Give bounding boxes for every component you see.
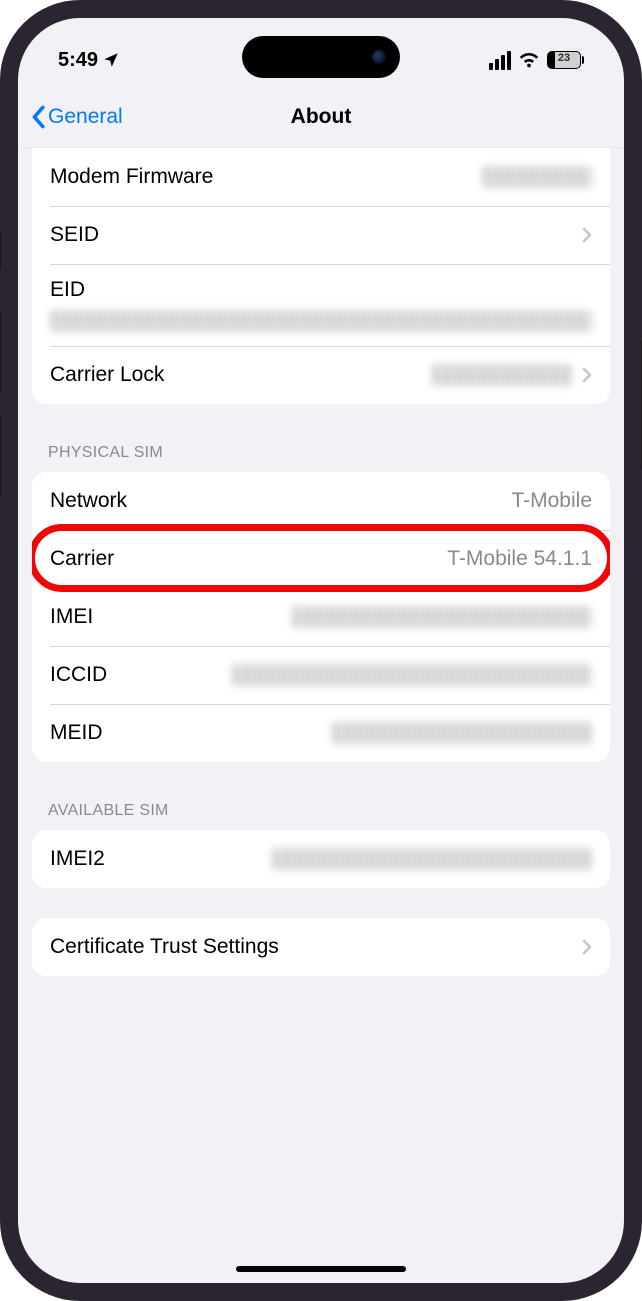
chevron-left-icon bbox=[30, 105, 46, 129]
chevron-right-icon bbox=[582, 227, 592, 243]
row-network[interactable]: Network T-Mobile bbox=[32, 472, 610, 530]
home-indicator[interactable] bbox=[236, 1266, 406, 1272]
row-iccid[interactable]: ICCID bbox=[32, 646, 610, 704]
row-carrier-lock[interactable]: Carrier Lock bbox=[32, 346, 610, 404]
row-label: Certificate Trust Settings bbox=[50, 935, 279, 959]
row-label: Carrier bbox=[50, 547, 114, 571]
row-imei[interactable]: IMEI bbox=[32, 588, 610, 646]
redacted-value bbox=[292, 606, 592, 628]
row-label: ICCID bbox=[50, 663, 107, 687]
row-value: T-Mobile 54.1.1 bbox=[447, 547, 592, 571]
section-physical-sim: Network T-Mobile Carrier T-Mobile 54.1.1… bbox=[32, 472, 610, 762]
row-certificate-trust[interactable]: Certificate Trust Settings bbox=[32, 918, 610, 976]
row-seid[interactable]: SEID bbox=[32, 206, 610, 264]
redacted-value bbox=[332, 722, 592, 744]
cellular-signal-icon bbox=[489, 51, 511, 70]
navigation-bar: General About bbox=[18, 86, 624, 148]
screen: 5:49 23 General About bbox=[18, 18, 624, 1283]
row-label: Network bbox=[50, 489, 127, 513]
redacted-value bbox=[272, 848, 592, 870]
redacted-value bbox=[232, 664, 592, 686]
section-device-info: Modem Firmware SEID EID Carrier Lock bbox=[32, 148, 610, 404]
row-label: SEID bbox=[50, 223, 99, 247]
status-time: 5:49 bbox=[58, 49, 98, 72]
page-title: About bbox=[291, 105, 352, 129]
section-certificates: Certificate Trust Settings bbox=[32, 918, 610, 976]
section-available-sim: IMEI2 bbox=[32, 830, 610, 888]
row-label: Carrier Lock bbox=[50, 363, 164, 387]
redacted-value bbox=[482, 166, 592, 188]
redacted-value bbox=[50, 310, 592, 332]
row-label: IMEI bbox=[50, 605, 93, 629]
back-label: General bbox=[48, 105, 123, 129]
row-label: IMEI2 bbox=[50, 847, 105, 871]
section-header-available-sim: AVAILABLE SIM bbox=[18, 792, 624, 830]
battery-icon: 23 bbox=[547, 51, 584, 69]
phone-frame: 5:49 23 General About bbox=[0, 0, 642, 1301]
row-label: EID bbox=[50, 278, 592, 302]
wifi-icon bbox=[518, 51, 540, 69]
settings-list[interactable]: Modem Firmware SEID EID Carrier Lock bbox=[18, 148, 624, 1036]
row-meid[interactable]: MEID bbox=[32, 704, 610, 762]
row-carrier[interactable]: Carrier T-Mobile 54.1.1 bbox=[32, 530, 610, 588]
redacted-value bbox=[432, 364, 572, 386]
location-icon bbox=[102, 51, 120, 69]
chevron-right-icon bbox=[582, 939, 592, 955]
dynamic-island bbox=[242, 36, 400, 78]
row-imei2[interactable]: IMEI2 bbox=[32, 830, 610, 888]
section-header-physical-sim: PHYSICAL SIM bbox=[18, 434, 624, 472]
row-eid[interactable]: EID bbox=[32, 264, 610, 346]
back-button[interactable]: General bbox=[30, 105, 123, 129]
row-label: Modem Firmware bbox=[50, 165, 213, 189]
row-value: T-Mobile bbox=[511, 489, 592, 513]
chevron-right-icon bbox=[582, 367, 592, 383]
row-modem-firmware[interactable]: Modem Firmware bbox=[32, 148, 610, 206]
row-label: MEID bbox=[50, 721, 103, 745]
